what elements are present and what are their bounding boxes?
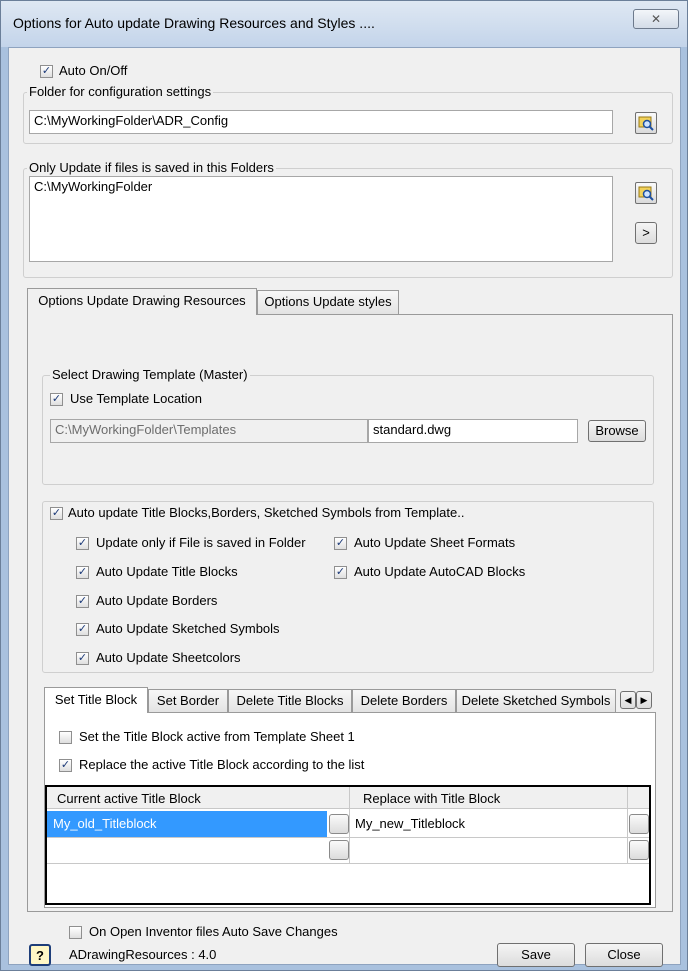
auto-save-label: On Open Inventor files Auto Save Changes — [89, 924, 338, 939]
dialog-body: ✓ Auto On/Off Folder for configuration s… — [8, 47, 681, 967]
update-if-saved-label: Update only if File is saved in Folder — [96, 535, 306, 550]
config-folder-title: Folder for configuration settings — [27, 84, 214, 99]
auto-onoff-checkbox[interactable]: ✓ — [40, 65, 53, 78]
close-button[interactable]: Close — [585, 943, 663, 967]
auto-save-checkbox[interactable]: ✓ — [69, 926, 82, 939]
auto-update-borders-label: Auto Update Borders — [96, 593, 218, 608]
help-button[interactable]: ? — [29, 944, 51, 966]
close-window-button[interactable]: ✕ — [633, 9, 679, 29]
update-folders-browse-button[interactable] — [635, 182, 657, 204]
auto-update-autocad-blocks-label: Auto Update AutoCAD Blocks — [354, 564, 526, 579]
auto-update-autocad-blocks-checkbox[interactable]: ✓ — [334, 566, 347, 579]
config-folder-browse-button[interactable] — [635, 112, 657, 134]
set-title-block-panel: ✓ Set the Title Block active from Templa… — [44, 712, 656, 908]
auto-update-checkbox[interactable]: ✓ — [50, 507, 63, 520]
config-folder-input[interactable]: C:\MyWorkingFolder\ADR_Config — [29, 110, 613, 134]
column-divider — [627, 787, 628, 863]
tab-drawing-resources[interactable]: Options Update Drawing Resources — [27, 288, 257, 315]
tab-delete-sketched-symbols[interactable]: Delete Sketched Symbols — [456, 689, 616, 712]
update-folders-list[interactable]: C:\MyWorkingFolder — [29, 176, 613, 262]
replace-title-block-checkbox[interactable]: ✓ — [59, 759, 72, 772]
close-icon: ✕ — [650, 12, 662, 26]
row-divider — [47, 863, 649, 864]
auto-update-sheet-formats-checkbox[interactable]: ✓ — [334, 537, 347, 550]
auto-update-sketched-symbols-label: Auto Update Sketched Symbols — [96, 621, 280, 636]
template-group-title: Select Drawing Template (Master) — [50, 367, 250, 382]
current-cell-dropdown-button[interactable] — [329, 814, 349, 834]
replace-title-block-cell[interactable] — [351, 840, 359, 844]
title-bar: Options for Auto update Drawing Resource… — [1, 1, 687, 47]
tab-scroll-left-button[interactable]: ◀ — [620, 691, 636, 709]
auto-update-group — [42, 501, 654, 673]
title-block-grid: Current active Title Block Replace with … — [45, 785, 651, 905]
use-template-location-checkbox[interactable]: ✓ — [50, 393, 63, 406]
template-file-input[interactable]: standard.dwg — [368, 419, 578, 443]
row-divider — [47, 837, 649, 838]
replace-cell-dropdown-button[interactable] — [629, 840, 649, 860]
help-icon: ? — [36, 948, 44, 963]
replace-title-block-label: Replace the active Title Block according… — [79, 757, 365, 772]
auto-update-sheet-formats-label: Auto Update Sheet Formats — [354, 535, 516, 550]
replace-cell-dropdown-button[interactable] — [629, 814, 649, 834]
auto-update-borders-checkbox[interactable]: ✓ — [76, 595, 89, 608]
set-title-block-active-label: Set the Title Block active from Template… — [79, 729, 355, 744]
tab-set-border[interactable]: Set Border — [148, 689, 228, 712]
set-title-block-active-checkbox[interactable]: ✓ — [59, 731, 72, 744]
update-folders-arrow-button[interactable]: > — [635, 222, 657, 244]
auto-update-sheetcolors-checkbox[interactable]: ✓ — [76, 652, 89, 665]
current-cell-dropdown-button[interactable] — [329, 840, 349, 860]
auto-onoff-label: Auto On/Off — [59, 63, 128, 78]
update-if-saved-checkbox[interactable]: ✓ — [76, 537, 89, 550]
tab-scroll-right-button[interactable]: ▶ — [636, 691, 652, 709]
tab-set-title-block[interactable]: Set Title Block — [44, 687, 148, 713]
auto-update-title-blocks-label: Auto Update Title Blocks — [96, 564, 238, 579]
version-label: ADrawingResources : 4.0 — [69, 947, 217, 962]
tab-update-styles[interactable]: Options Update styles — [257, 290, 399, 314]
current-title-block-cell[interactable]: My_old_Titleblock — [49, 814, 161, 833]
template-location-input[interactable]: C:\MyWorkingFolder\Templates — [50, 419, 368, 443]
auto-update-sketched-symbols-checkbox[interactable]: ✓ — [76, 623, 89, 636]
current-title-block-cell[interactable] — [49, 840, 57, 844]
drawing-resources-panel: Select Drawing Template (Master) ✓ Use T… — [27, 314, 673, 912]
replace-title-block-cell[interactable]: My_new_Titleblock — [351, 814, 469, 833]
auto-update-sheetcolors-label: Auto Update Sheetcolors — [96, 650, 241, 665]
folder-search-icon — [638, 116, 654, 131]
options-dialog: Options for Auto update Drawing Resource… — [0, 0, 688, 971]
use-template-location-label: Use Template Location — [70, 391, 203, 406]
column-header-replace: Replace with Title Block — [363, 791, 501, 806]
column-header-current: Current active Title Block — [57, 791, 201, 806]
tab-delete-borders[interactable]: Delete Borders — [352, 689, 456, 712]
update-folders-title: Only Update if files is saved in this Fo… — [27, 160, 276, 175]
auto-update-title-blocks-checkbox[interactable]: ✓ — [76, 566, 89, 579]
save-button[interactable]: Save — [497, 943, 575, 967]
column-divider — [349, 787, 350, 863]
template-browse-button[interactable]: Browse — [588, 420, 646, 442]
auto-update-label: Auto update Title Blocks,Borders, Sketch… — [68, 505, 465, 520]
window-title: Options for Auto update Drawing Resource… — [13, 15, 375, 31]
tab-delete-title-blocks[interactable]: Delete Title Blocks — [228, 689, 352, 712]
folder-search-icon — [638, 186, 654, 201]
